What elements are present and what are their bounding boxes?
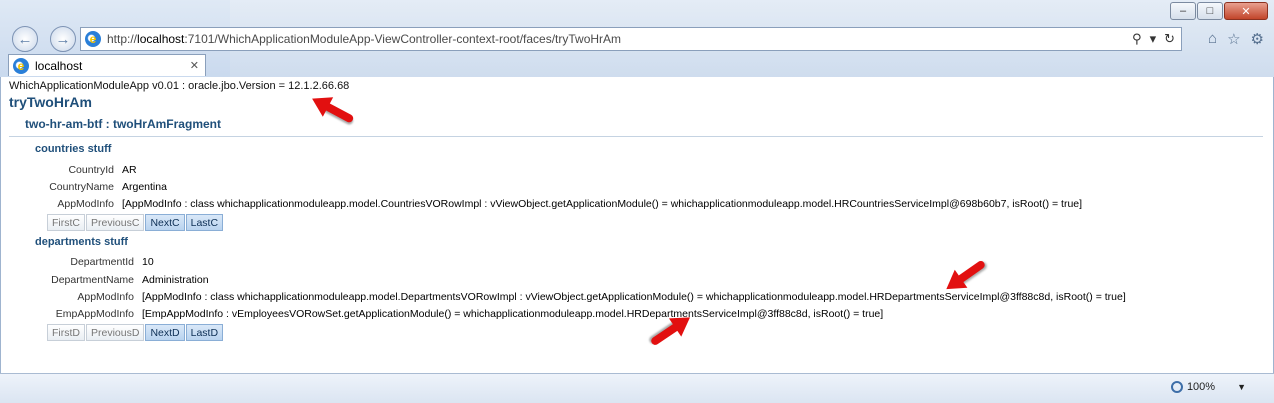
field-value: [AppModInfo : class whichapplicationmodu… (122, 198, 1083, 210)
version-line: WhichApplicationModuleApp v0.01 : oracle… (9, 80, 350, 92)
field-row: DepartmentId 10 (1, 256, 154, 268)
field-value: [AppModInfo : class whichapplicationmodu… (142, 291, 1126, 303)
field-label: DepartmentName (51, 274, 134, 286)
ie-icon: e (85, 31, 101, 47)
field-row: CountryName Argentina (1, 181, 167, 193)
last-d-button[interactable]: LastD (185, 324, 224, 341)
url-prefix: http:// (107, 32, 138, 46)
last-c-button[interactable]: LastC (185, 214, 224, 231)
first-d-button[interactable]: FirstD (47, 324, 85, 341)
close-tab-icon[interactable]: ✕ (190, 59, 199, 72)
tab-localhost[interactable]: e localhost ✕ (8, 54, 206, 76)
field-label: CountryName (49, 181, 114, 193)
field-value: Argentina (122, 181, 167, 193)
field-value: AR (122, 164, 137, 176)
btf-header: two-hr-am-btf : twoHrAmFragment (9, 115, 1263, 137)
next-d-button[interactable]: NextD (145, 324, 185, 341)
zoom-level: 100% (1186, 381, 1216, 393)
departments-section-title: departments stuff (35, 236, 128, 248)
browser-chrome: – □ ✕ ← → e http://localhost:7101/WhichA… (0, 0, 1274, 80)
back-button[interactable]: ← (12, 26, 38, 52)
field-row: EmpAppModInfo [EmpAppModInfo : vEmployee… (1, 308, 883, 320)
home-icon[interactable]: ⌂ (1208, 30, 1217, 48)
ie-tab-icon: e (13, 57, 29, 74)
window-controls: – □ ✕ (1169, 2, 1268, 20)
page-title: tryTwoHrAm (9, 94, 92, 110)
next-c-button[interactable]: NextC (145, 214, 185, 231)
chevron-down-icon[interactable]: ▼ (1237, 382, 1246, 392)
url-host: localhost (137, 32, 185, 46)
page-content: WhichApplicationModuleApp v0.01 : oracle… (0, 77, 1274, 373)
first-c-button[interactable]: FirstC (47, 214, 85, 231)
arrow-left-icon: ← (17, 30, 33, 48)
dropdown-icon[interactable]: ▾ (1150, 31, 1157, 47)
close-window-button[interactable]: ✕ (1224, 2, 1268, 20)
field-label: EmpAppModInfo (55, 308, 134, 320)
field-label: CountryId (68, 164, 114, 176)
tab-label: localhost (35, 58, 83, 73)
field-row: DepartmentName Administration (1, 274, 209, 286)
countries-nav-toolbar: FirstC PreviousC NextC LastC (47, 214, 224, 231)
previous-d-button[interactable]: PreviousD (86, 324, 145, 341)
field-label: DepartmentId (70, 256, 134, 268)
zoom-icon (1170, 381, 1183, 393)
field-label: AppModInfo (77, 291, 134, 303)
countries-section-title: countries stuff (35, 143, 112, 155)
url-path: :7101/WhichApplicationModuleApp-ViewCont… (184, 32, 622, 46)
btf-title: two-hr-am-btf : twoHrAmFragment (25, 117, 221, 131)
url-text[interactable]: http://localhost:7101/WhichApplicationMo… (107, 32, 621, 46)
address-bar[interactable]: e http://localhost:7101/WhichApplication… (80, 27, 1182, 51)
refresh-icon[interactable]: ↻ (1164, 31, 1175, 47)
arrow-right-icon: → (55, 30, 71, 48)
forward-button[interactable]: → (50, 26, 76, 52)
field-row: AppModInfo [AppModInfo : class whichappl… (1, 198, 1082, 210)
status-bar: 100% ▼ (0, 373, 1274, 403)
field-value: [EmpAppModInfo : vEmployeesVORowSet.getA… (142, 308, 884, 320)
field-value: 10 (142, 256, 154, 268)
previous-c-button[interactable]: PreviousC (86, 214, 145, 231)
field-label: AppModInfo (57, 198, 114, 210)
favorites-star-icon[interactable]: ☆ (1227, 30, 1240, 48)
minimize-button[interactable]: – (1170, 2, 1196, 20)
departments-nav-toolbar: FirstD PreviousD NextD LastD (47, 324, 224, 341)
search-icon[interactable]: ⚲ (1132, 31, 1142, 47)
gear-icon[interactable]: ⚙ (1251, 30, 1264, 48)
zoom-control[interactable]: 100% ▼ (1170, 381, 1246, 393)
maximize-button[interactable]: □ (1197, 2, 1223, 20)
field-row: CountryId AR (1, 164, 137, 176)
field-value: Administration (142, 274, 209, 286)
